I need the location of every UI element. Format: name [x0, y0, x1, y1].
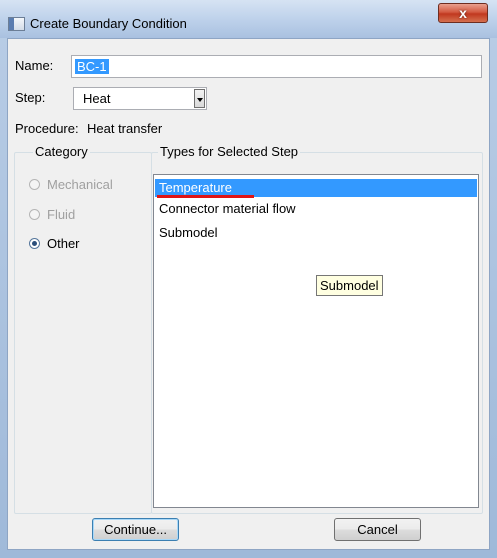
types-listbox[interactable]: Temperature Connector material flow Subm…: [153, 174, 479, 508]
name-field-value: BC-1: [75, 59, 109, 74]
radio-label: Mechanical: [47, 177, 113, 192]
radio-label: Other: [47, 236, 80, 251]
types-title: Types for Selected Step: [158, 144, 301, 159]
procedure-value: Heat transfer: [87, 121, 163, 136]
dialog-body: Name: BC-1 Step: Heat Procedure: Heat tr…: [7, 38, 490, 550]
radio-label: Fluid: [47, 207, 76, 222]
dialog-window: Create Boundary Condition x Name: BC-1 S…: [0, 0, 497, 558]
annotation-underline: [157, 195, 254, 198]
chevron-down-icon[interactable]: [194, 89, 205, 108]
cancel-button[interactable]: Cancel: [334, 518, 421, 541]
radio-other[interactable]: [29, 238, 40, 249]
step-label: Step:: [15, 90, 46, 105]
radio-mechanical[interactable]: [29, 179, 40, 190]
list-item-submodel[interactable]: Submodel: [155, 224, 477, 242]
step-select-value: Heat: [83, 91, 111, 106]
window-title: Create Boundary Condition: [30, 16, 187, 31]
name-label: Name:: [15, 58, 54, 73]
close-icon: x: [459, 5, 467, 21]
radio-fluid[interactable]: [29, 209, 40, 220]
continue-button[interactable]: Continue...: [92, 518, 179, 541]
list-item-connector-material-flow[interactable]: Connector material flow: [155, 200, 477, 218]
name-field[interactable]: BC-1: [71, 55, 482, 78]
title-bar[interactable]: Create Boundary Condition x: [0, 0, 497, 38]
tooltip: Submodel: [316, 275, 383, 296]
category-group: Category Mechanical Fluid Other: [14, 144, 152, 514]
procedure-label: Procedure:: [15, 121, 79, 136]
close-button[interactable]: x: [438, 3, 488, 23]
step-select[interactable]: Heat: [73, 87, 207, 110]
app-window-icon: [8, 17, 25, 31]
category-title: Category: [33, 144, 90, 159]
